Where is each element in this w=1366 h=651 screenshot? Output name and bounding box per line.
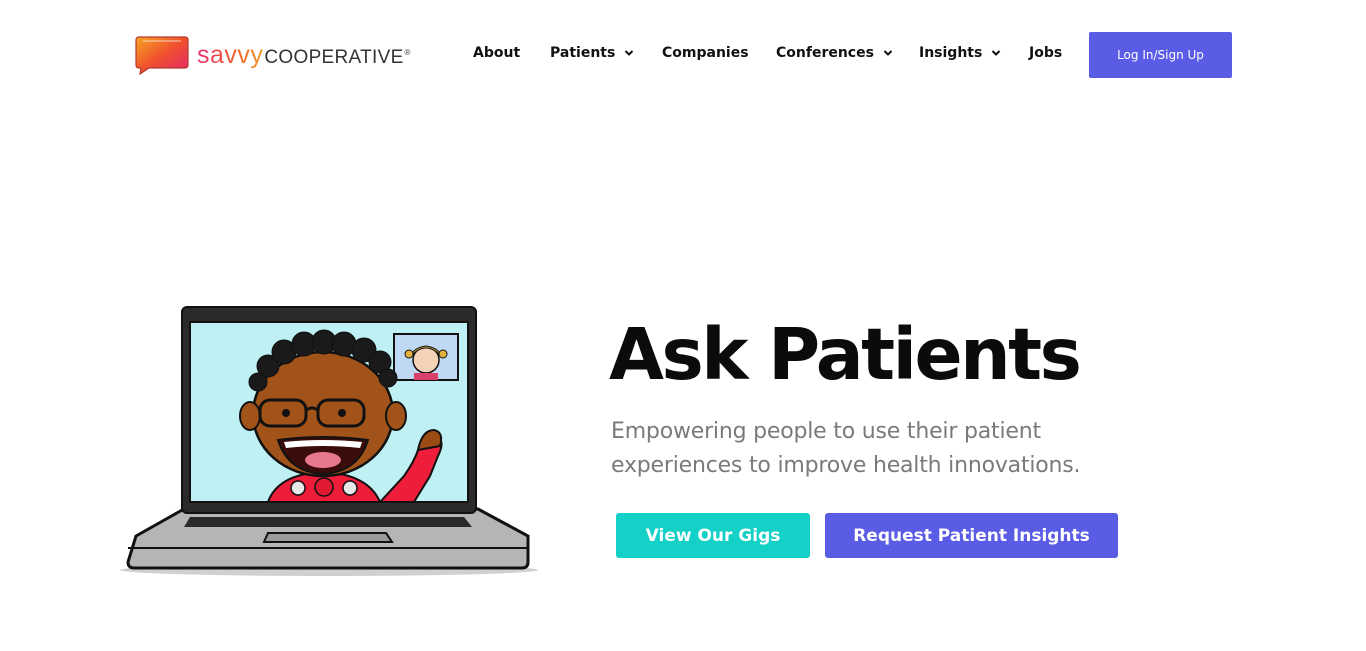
chevron-down-icon xyxy=(992,50,1001,56)
logo-savvy-text: savvy xyxy=(197,40,264,69)
laptop-video-call-illustration xyxy=(120,306,538,576)
logo-registered-mark: ® xyxy=(404,47,411,57)
login-signup-button[interactable]: Log In/Sign Up xyxy=(1089,32,1232,78)
nav-item-jobs[interactable]: Jobs xyxy=(1029,45,1062,61)
logo-cooperative-text: COOPERATIVE xyxy=(264,46,404,68)
hero-title: Ask Patients xyxy=(609,313,1082,396)
nav-item-companies[interactable]: Companies xyxy=(662,45,749,61)
nav-item-label: Insights xyxy=(919,45,983,61)
nav-item-conferences[interactable]: Conferences xyxy=(776,45,893,61)
nav-item-label: Jobs xyxy=(1029,45,1063,61)
nav-item-label: About xyxy=(473,45,521,61)
request-patient-insights-button[interactable]: Request Patient Insights xyxy=(825,513,1118,558)
nav-item-insights[interactable]: Insights xyxy=(919,45,1001,61)
nav-item-label: Companies xyxy=(662,45,749,61)
chevron-down-icon xyxy=(883,50,893,56)
brand-logo[interactable]: savvy COOPERATIVE ® xyxy=(135,35,410,75)
nav-item-patients[interactable]: Patients xyxy=(550,45,634,61)
nav-item-about[interactable]: About xyxy=(473,45,520,61)
site-header: savvy COOPERATIVE ® About Patients Compa… xyxy=(0,0,1366,110)
speech-bubble-logo-icon xyxy=(135,36,189,75)
nav-item-label: Patients xyxy=(550,45,616,61)
hero-subtitle: Empowering people to use their patient e… xyxy=(611,419,1081,478)
chevron-down-icon xyxy=(625,50,634,56)
nav-item-label: Conferences xyxy=(776,45,874,61)
view-our-gigs-button[interactable]: View Our Gigs xyxy=(616,513,810,558)
